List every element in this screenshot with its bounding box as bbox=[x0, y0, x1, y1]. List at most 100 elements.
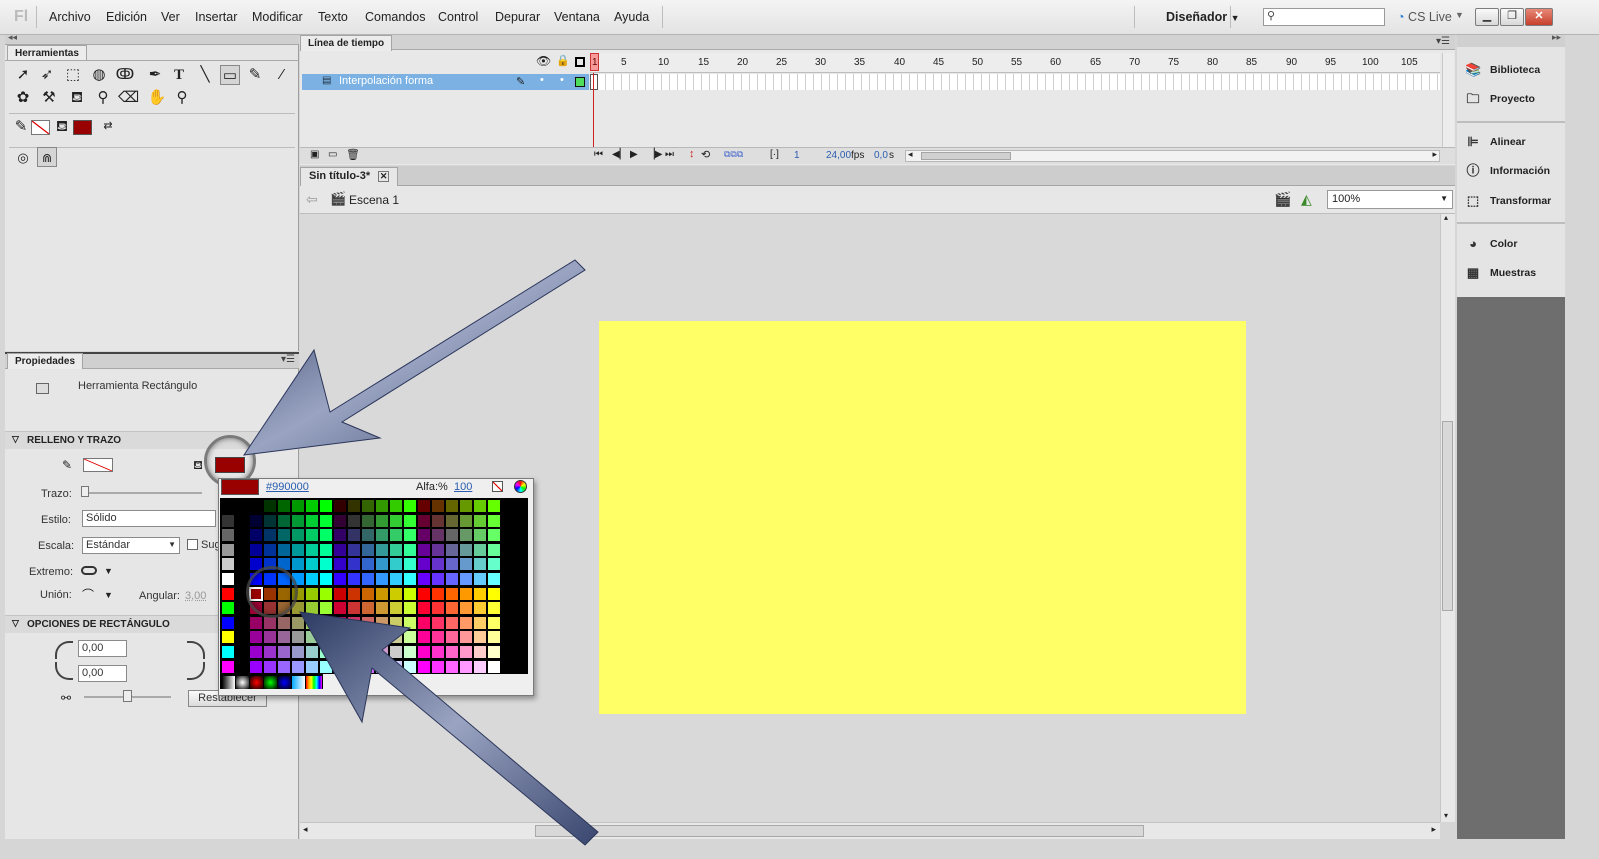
color-swatch[interactable] bbox=[389, 659, 403, 674]
color-swatch[interactable] bbox=[459, 630, 473, 645]
color-swatch[interactable] bbox=[235, 542, 249, 557]
color-swatch[interactable] bbox=[473, 615, 487, 630]
no-color-icon[interactable] bbox=[492, 481, 503, 492]
menu-archivo[interactable]: Archivo bbox=[49, 10, 91, 24]
color-swatch[interactable] bbox=[291, 557, 305, 572]
color-swatch[interactable] bbox=[235, 601, 249, 616]
color-swatch[interactable] bbox=[361, 542, 375, 557]
color-swatch[interactable] bbox=[347, 645, 361, 659]
color-swatch[interactable] bbox=[487, 557, 501, 572]
color-swatch[interactable] bbox=[389, 645, 403, 659]
new-folder-icon[interactable]: ▭ bbox=[328, 149, 337, 160]
color-swatch[interactable] bbox=[417, 615, 431, 630]
color-swatch[interactable] bbox=[305, 586, 319, 601]
color-swatch[interactable] bbox=[221, 557, 235, 572]
hex-input[interactable]: #990000 bbox=[266, 481, 309, 493]
color-swatch[interactable] bbox=[319, 542, 333, 557]
color-swatch[interactable] bbox=[263, 645, 277, 659]
color-swatch[interactable] bbox=[473, 557, 487, 572]
scroll-down-icon[interactable]: ▾ bbox=[1444, 811, 1448, 820]
color-swatch[interactable] bbox=[403, 659, 417, 674]
restore-button[interactable]: ❐ bbox=[1500, 8, 1524, 26]
color-swatch[interactable] bbox=[319, 572, 333, 586]
color-swatch[interactable] bbox=[389, 499, 403, 513]
panel-alinear[interactable]: ⊫ Alinear bbox=[1465, 131, 1561, 153]
color-swatch[interactable] bbox=[445, 528, 459, 543]
color-swatch[interactable] bbox=[389, 542, 403, 557]
color-swatch[interactable] bbox=[305, 601, 319, 616]
panel-proyecto[interactable]: 🗀 Proyecto bbox=[1465, 88, 1561, 110]
color-swatch[interactable] bbox=[347, 513, 361, 528]
color-swatch[interactable] bbox=[403, 645, 417, 659]
color-swatch[interactable] bbox=[473, 630, 487, 645]
color-swatch[interactable] bbox=[487, 499, 501, 513]
color-swatch[interactable] bbox=[431, 659, 445, 674]
visibility-dot[interactable]: • bbox=[540, 74, 544, 86]
frame-ruler[interactable]: 1 5 10 15 20 25 30 35 40 45 50 55 60 65 … bbox=[590, 53, 1440, 73]
color-swatch[interactable] bbox=[319, 645, 333, 659]
fill-color-swatch[interactable] bbox=[73, 120, 92, 135]
next-frame-icon[interactable]: ▕▶ bbox=[647, 149, 662, 160]
color-swatch[interactable] bbox=[431, 601, 445, 616]
color-swatch[interactable] bbox=[263, 542, 277, 557]
color-swatch[interactable] bbox=[291, 645, 305, 659]
chevron-down-icon[interactable]: ▼ bbox=[1455, 10, 1464, 20]
deco-tool-icon[interactable]: ✿ bbox=[13, 88, 33, 108]
color-swatch[interactable] bbox=[305, 572, 319, 586]
color-swatch[interactable] bbox=[347, 659, 361, 674]
panel-informacion[interactable]: ⓘ Información bbox=[1465, 160, 1561, 182]
color-swatch[interactable] bbox=[459, 601, 473, 616]
color-swatch[interactable] bbox=[305, 513, 319, 528]
color-swatch[interactable] bbox=[431, 557, 445, 572]
loop-icon[interactable]: ⟲ bbox=[701, 148, 710, 161]
color-swatch[interactable] bbox=[347, 572, 361, 586]
color-swatch[interactable] bbox=[221, 601, 235, 616]
back-arrow-icon[interactable]: ⇦ bbox=[306, 191, 318, 208]
color-swatch[interactable] bbox=[445, 557, 459, 572]
corner-radius-input[interactable]: 0,00 bbox=[78, 665, 127, 682]
tab-timeline[interactable]: Línea de tiempo bbox=[300, 35, 393, 51]
color-swatch[interactable] bbox=[389, 615, 403, 630]
color-swatch[interactable] bbox=[347, 601, 361, 616]
style-select[interactable]: Sólido bbox=[82, 510, 216, 527]
tab-herramientas[interactable]: Herramientas bbox=[7, 45, 87, 61]
color-swatch[interactable] bbox=[291, 513, 305, 528]
color-swatch[interactable] bbox=[277, 615, 291, 630]
gradient-swatch[interactable] bbox=[278, 676, 291, 689]
color-swatch[interactable] bbox=[277, 499, 291, 513]
color-swatch[interactable] bbox=[445, 615, 459, 630]
color-swatch[interactable] bbox=[319, 615, 333, 630]
color-swatch[interactable] bbox=[361, 499, 375, 513]
scroll-up-icon[interactable]: ▴ bbox=[1444, 213, 1448, 222]
section-fill-stroke[interactable]: ▽ RELLENO Y TRAZO bbox=[5, 431, 299, 449]
scene-name[interactable]: Escena 1 bbox=[349, 193, 399, 207]
color-swatch[interactable] bbox=[347, 542, 361, 557]
color-swatch[interactable] bbox=[333, 499, 347, 513]
color-swatch[interactable] bbox=[221, 513, 235, 528]
color-swatch[interactable] bbox=[361, 659, 375, 674]
color-swatch[interactable] bbox=[319, 528, 333, 543]
color-swatch[interactable] bbox=[221, 499, 235, 513]
color-swatch[interactable] bbox=[249, 499, 263, 513]
color-swatch[interactable] bbox=[221, 659, 235, 674]
brush-icon[interactable]: ⁄ bbox=[272, 65, 292, 85]
color-swatch[interactable] bbox=[487, 659, 501, 674]
panel-menu-icon[interactable]: ▾☰ bbox=[281, 354, 295, 365]
color-swatch[interactable] bbox=[403, 528, 417, 543]
color-swatch[interactable] bbox=[305, 528, 319, 543]
menu-ver[interactable]: Ver bbox=[161, 10, 180, 24]
color-swatch[interactable] bbox=[221, 572, 235, 586]
color-swatch[interactable] bbox=[487, 615, 501, 630]
color-swatch[interactable] bbox=[249, 659, 263, 674]
color-swatch[interactable] bbox=[333, 630, 347, 645]
color-swatch[interactable] bbox=[375, 615, 389, 630]
color-swatch[interactable] bbox=[361, 630, 375, 645]
color-swatch[interactable] bbox=[235, 557, 249, 572]
color-swatch[interactable] bbox=[347, 557, 361, 572]
color-swatch[interactable] bbox=[263, 630, 277, 645]
color-swatch[interactable] bbox=[235, 659, 249, 674]
close-icon[interactable]: ✕ bbox=[378, 171, 390, 182]
text-tool-icon[interactable]: T bbox=[169, 65, 189, 85]
gradient-swatch[interactable] bbox=[306, 676, 322, 689]
color-swatch[interactable] bbox=[361, 645, 375, 659]
